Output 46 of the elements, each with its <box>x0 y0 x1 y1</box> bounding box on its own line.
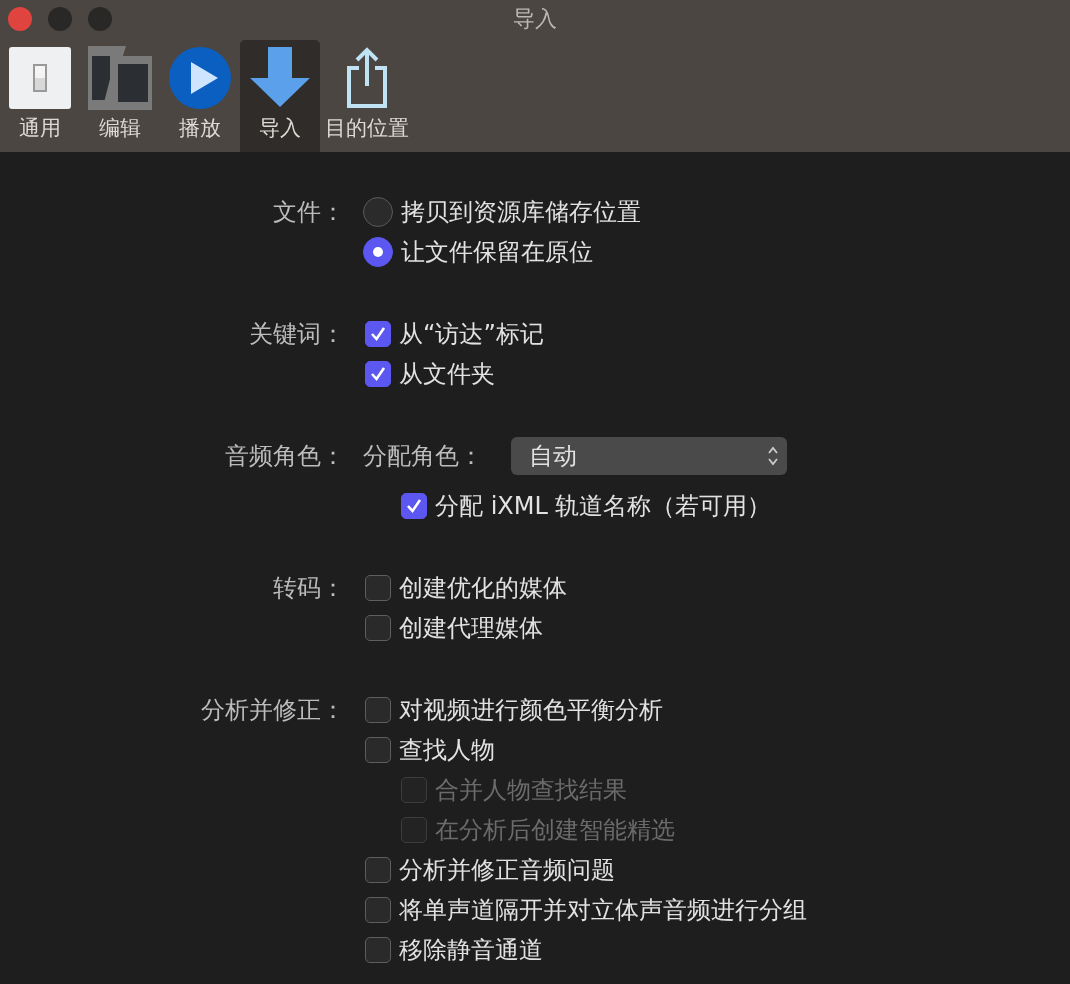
checkbox[interactable] <box>401 493 427 519</box>
toolbar-tab[interactable]: 目的位置 <box>320 40 414 152</box>
toolbar-tab[interactable]: 通用 <box>0 40 80 152</box>
option-label: 在分析后创建智能精选 <box>435 815 675 846</box>
checkbox[interactable] <box>365 575 391 601</box>
checkbox[interactable] <box>365 321 391 347</box>
option-label: 让文件保留在原位 <box>401 237 593 268</box>
toolbar-tab[interactable]: 导入 <box>240 40 320 152</box>
switch-icon <box>8 46 72 110</box>
option-label: 分析并修正音频问题 <box>399 855 615 886</box>
radio-button[interactable] <box>363 197 393 227</box>
checkbox[interactable] <box>365 361 391 387</box>
zoom-button[interactable] <box>88 7 112 31</box>
section-label: 音频角色： <box>224 441 345 472</box>
checkbox[interactable] <box>365 857 391 883</box>
checkbox[interactable] <box>365 897 391 923</box>
toolbar-tab[interactable]: 编辑 <box>80 40 160 152</box>
checkbox[interactable] <box>365 615 391 641</box>
option-label: 从“访达”标记 <box>399 319 544 350</box>
section-label: 分析并修正： <box>200 695 345 726</box>
toolbar-tab[interactable]: 播放 <box>160 40 240 152</box>
option-label: 合并人物查找结果 <box>435 775 627 806</box>
option-label: 查找人物 <box>399 735 495 766</box>
section-label: 文件： <box>272 197 345 228</box>
minimize-button[interactable] <box>48 7 72 31</box>
close-button[interactable] <box>8 7 32 31</box>
radio-button[interactable] <box>363 237 393 267</box>
section-label: 转码： <box>272 573 345 604</box>
checkbox[interactable] <box>365 937 391 963</box>
window-title: 导入 <box>513 5 557 33</box>
option-label: 将单声道隔开并对立体声音频进行分组 <box>399 895 807 926</box>
checkbox[interactable] <box>365 697 391 723</box>
option-label: 创建优化的媒体 <box>399 573 567 604</box>
section-label: 关键词： <box>248 319 345 350</box>
download-arrow-icon <box>248 46 312 110</box>
play-icon <box>168 46 232 110</box>
option-label: 对视频进行颜色平衡分析 <box>399 695 663 726</box>
popup-menu[interactable]: 自动 <box>511 437 787 475</box>
chevron-icon <box>767 444 779 468</box>
field-label: 分配角色： <box>363 441 483 472</box>
option-label: 移除静音通道 <box>399 935 543 966</box>
option-label: 拷贝到资源库储存位置 <box>401 197 641 228</box>
checkbox[interactable] <box>365 737 391 763</box>
option-label: 分配 iXML 轨道名称（若可用） <box>435 491 772 522</box>
option-label: 创建代理媒体 <box>399 613 543 644</box>
option-label: 从文件夹 <box>399 359 495 390</box>
